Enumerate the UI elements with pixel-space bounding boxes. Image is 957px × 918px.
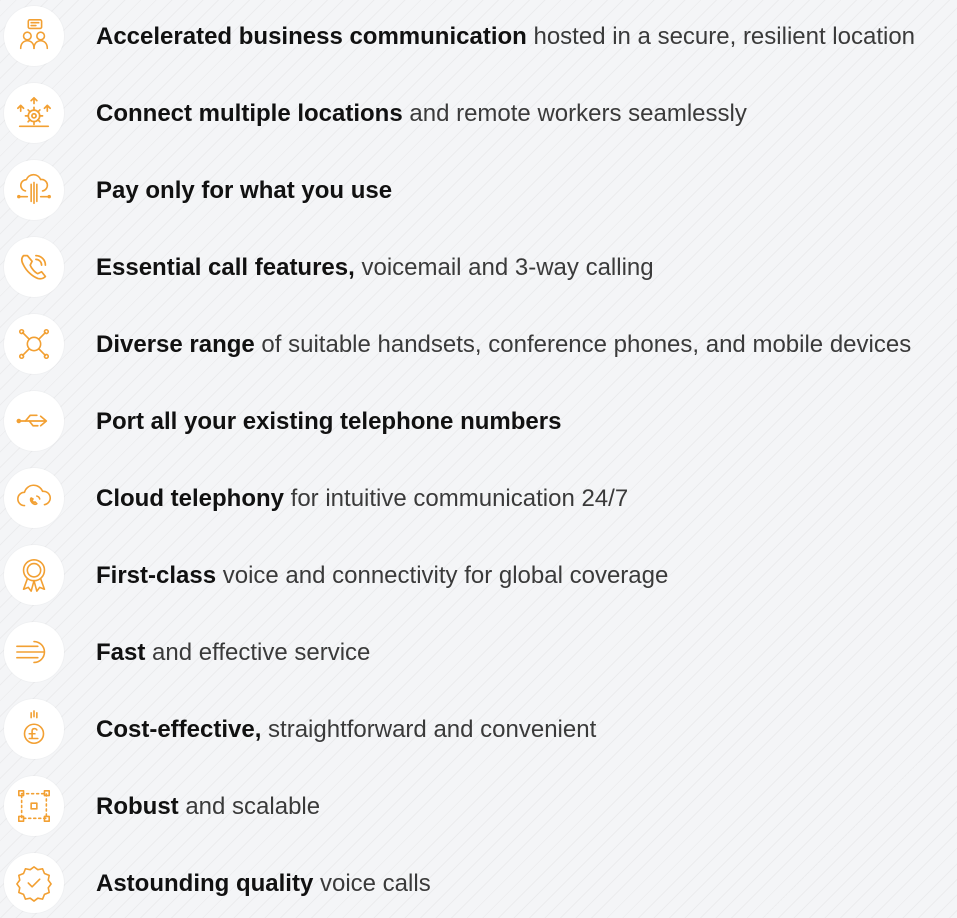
feature-item: Robust and scalable	[0, 774, 957, 838]
feature-rest: for intuitive communication 24/7	[284, 485, 629, 512]
feature-bold: Astounding quality	[96, 870, 314, 897]
network-devices-icon	[15, 325, 53, 363]
feature-item: Astounding quality voice calls	[0, 851, 957, 915]
feature-item: Diverse range of suitable handsets, conf…	[0, 312, 957, 376]
feature-item: First-class voice and connectivity for g…	[0, 543, 957, 607]
icon-circle	[4, 776, 64, 836]
feature-bold: First-class	[96, 562, 217, 589]
icon-circle	[4, 391, 64, 451]
feature-text: Accelerated business communication hoste…	[96, 23, 915, 51]
feature-list: Accelerated business communication hoste…	[0, 0, 957, 918]
icon-circle	[4, 853, 64, 913]
feature-text: Port all your existing telephone numbers	[96, 408, 561, 436]
cloud-phone-icon	[15, 479, 53, 517]
feature-bold: Port all your existing telephone numbers	[96, 408, 562, 435]
icon-circle	[4, 237, 64, 297]
feature-rest: voicemail and 3-way calling	[354, 254, 654, 281]
icon-circle	[4, 545, 64, 605]
fast-wind-icon	[15, 633, 53, 671]
feature-rest: and effective service	[145, 639, 371, 666]
icon-circle	[4, 622, 64, 682]
feature-item: Cost-effective, straightforward and conv…	[0, 697, 957, 761]
feature-text: First-class voice and connectivity for g…	[96, 562, 668, 590]
feature-rest: hosted in a secure, resilient location	[526, 23, 916, 50]
feature-item: Cloud telephony for intuitive communicat…	[0, 466, 957, 530]
icon-circle	[4, 314, 64, 374]
icon-circle	[4, 83, 64, 143]
pound-coin-icon	[15, 710, 53, 748]
feature-rest: voice calls	[313, 870, 431, 897]
feature-rest: voice and connectivity for global covera…	[216, 562, 669, 589]
feature-rest: straightforward and convenient	[261, 716, 597, 743]
feature-item: Essential call features, voicemail and 3…	[0, 235, 957, 299]
feature-bold: Essential call features,	[96, 254, 355, 281]
feature-bold: Connect multiple locations	[96, 100, 403, 127]
scalable-frame-icon	[15, 787, 53, 825]
icon-circle	[4, 6, 64, 66]
feature-text: Diverse range of suitable handsets, conf…	[96, 331, 911, 359]
feature-text: Essential call features, voicemail and 3…	[96, 254, 654, 282]
icon-circle	[4, 468, 64, 528]
feature-item: Accelerated business communication hoste…	[0, 4, 957, 68]
feature-bold: Accelerated business communication	[96, 23, 527, 50]
feature-text: Pay only for what you use	[96, 177, 392, 205]
feature-item: Pay only for what you use	[0, 158, 957, 222]
business-communication-icon	[15, 17, 53, 55]
feature-text: Cost-effective, straightforward and conv…	[96, 716, 596, 744]
feature-bold: Cost-effective,	[96, 716, 262, 743]
award-ribbon-icon	[15, 556, 53, 594]
icon-circle	[4, 160, 64, 220]
cloud-usage-icon	[15, 171, 53, 209]
feature-rest: and remote workers seamlessly	[402, 100, 747, 127]
feature-text: Cloud telephony for intuitive communicat…	[96, 485, 628, 513]
phone-call-icon	[15, 248, 53, 286]
feature-bold: Fast	[96, 639, 146, 666]
feature-item: Port all your existing telephone numbers	[0, 389, 957, 453]
feature-text: Astounding quality voice calls	[96, 870, 431, 898]
feature-bold: Diverse range	[96, 331, 255, 358]
feature-text: Robust and scalable	[96, 793, 320, 821]
feature-item: Fast and effective service	[0, 620, 957, 684]
quality-badge-icon	[15, 864, 53, 902]
feature-text: Fast and effective service	[96, 639, 370, 667]
feature-rest: and scalable	[178, 793, 321, 820]
feature-text: Connect multiple locations and remote wo…	[96, 100, 747, 128]
feature-bold: Cloud telephony	[96, 485, 284, 512]
connect-locations-icon	[15, 94, 53, 132]
feature-bold: Pay only for what you use	[96, 177, 393, 204]
icon-circle	[4, 699, 64, 759]
port-arrows-icon	[15, 402, 53, 440]
feature-rest: of suitable handsets, conference phones,…	[254, 331, 912, 358]
feature-item: Connect multiple locations and remote wo…	[0, 81, 957, 145]
feature-bold: Robust	[96, 793, 179, 820]
